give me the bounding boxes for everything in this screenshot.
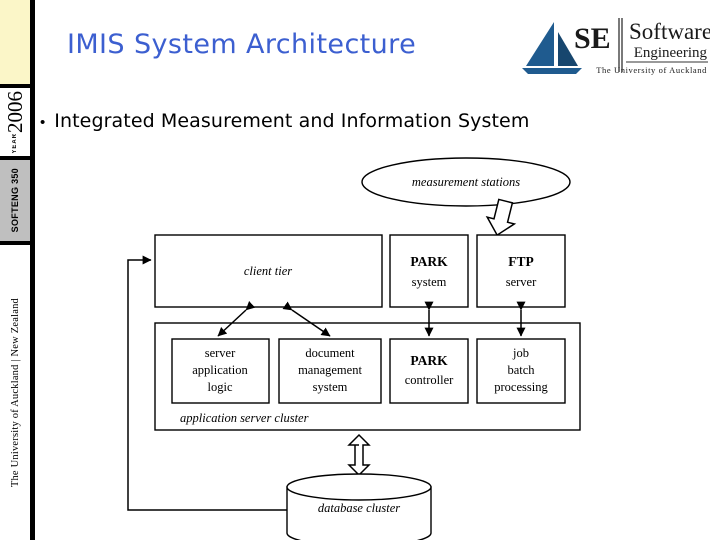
application-cluster-to-database-block-arrow: [347, 433, 371, 477]
page-title: IMIS System Architecture: [67, 29, 417, 60]
measurement-stations-label: measurement stations: [412, 175, 520, 189]
server-application-logic-line-1: server: [205, 346, 236, 360]
bullet-marker-icon: •: [40, 114, 46, 131]
architecture-diagram: measurement stations client tier PARK sy…: [0, 150, 720, 540]
park-system-label-1: PARK: [410, 254, 448, 269]
document-management-system-line-2: management: [298, 363, 362, 377]
se-logo: SE Software Engineering The University o…: [512, 12, 710, 82]
server-application-logic-line-3: logic: [208, 380, 233, 394]
park-system-box: PARK system: [389, 234, 469, 308]
logo-line-software: Software: [629, 19, 710, 44]
logo-line-engineering: Engineering: [634, 45, 708, 61]
bullet-item: • Integrated Measurement and Information…: [40, 110, 529, 132]
client-tier-box: client tier: [154, 234, 383, 308]
job-batch-processing-box: job batch processing: [476, 338, 566, 404]
park-system-label-2: system: [412, 275, 447, 289]
ftp-server-label-1: FTP: [508, 254, 534, 269]
server-application-logic-box: server application logic: [171, 338, 270, 404]
slide-canvas: 2006 YEAR SOFTENG 350 The University of …: [0, 0, 720, 540]
park-controller-box: PARK controller: [389, 338, 469, 404]
job-batch-processing-line-1: job: [512, 346, 529, 360]
logo-line-university: The University of Auckland: [596, 65, 707, 75]
ftp-server-label-2: server: [506, 275, 537, 289]
measurement-stations-node: measurement stations: [361, 157, 571, 207]
park-controller-line-2: controller: [405, 373, 454, 387]
sidebar-accent-band: [0, 0, 30, 88]
job-batch-processing-line-2: batch: [507, 363, 535, 377]
document-management-system-line-3: system: [313, 380, 348, 394]
logo-initials: SE: [574, 22, 611, 55]
application-server-cluster-label: application server cluster: [180, 411, 309, 425]
database-cluster-node: database cluster: [286, 473, 432, 540]
server-application-logic-line-2: application: [192, 363, 248, 377]
database-cluster-label: database cluster: [318, 501, 400, 515]
document-management-system-box: document management system: [278, 338, 382, 404]
ftp-server-box: FTP server: [476, 234, 566, 308]
sailboat-icon: [522, 22, 582, 74]
bullet-item-label: Integrated Measurement and Information S…: [54, 110, 530, 132]
park-controller-line-1: PARK: [410, 353, 448, 368]
sidebar-year-number: 2006: [2, 90, 27, 133]
client-tier-label: client tier: [244, 264, 292, 278]
job-batch-processing-line-3: processing: [494, 380, 548, 394]
document-management-system-line-1: document: [305, 346, 355, 360]
